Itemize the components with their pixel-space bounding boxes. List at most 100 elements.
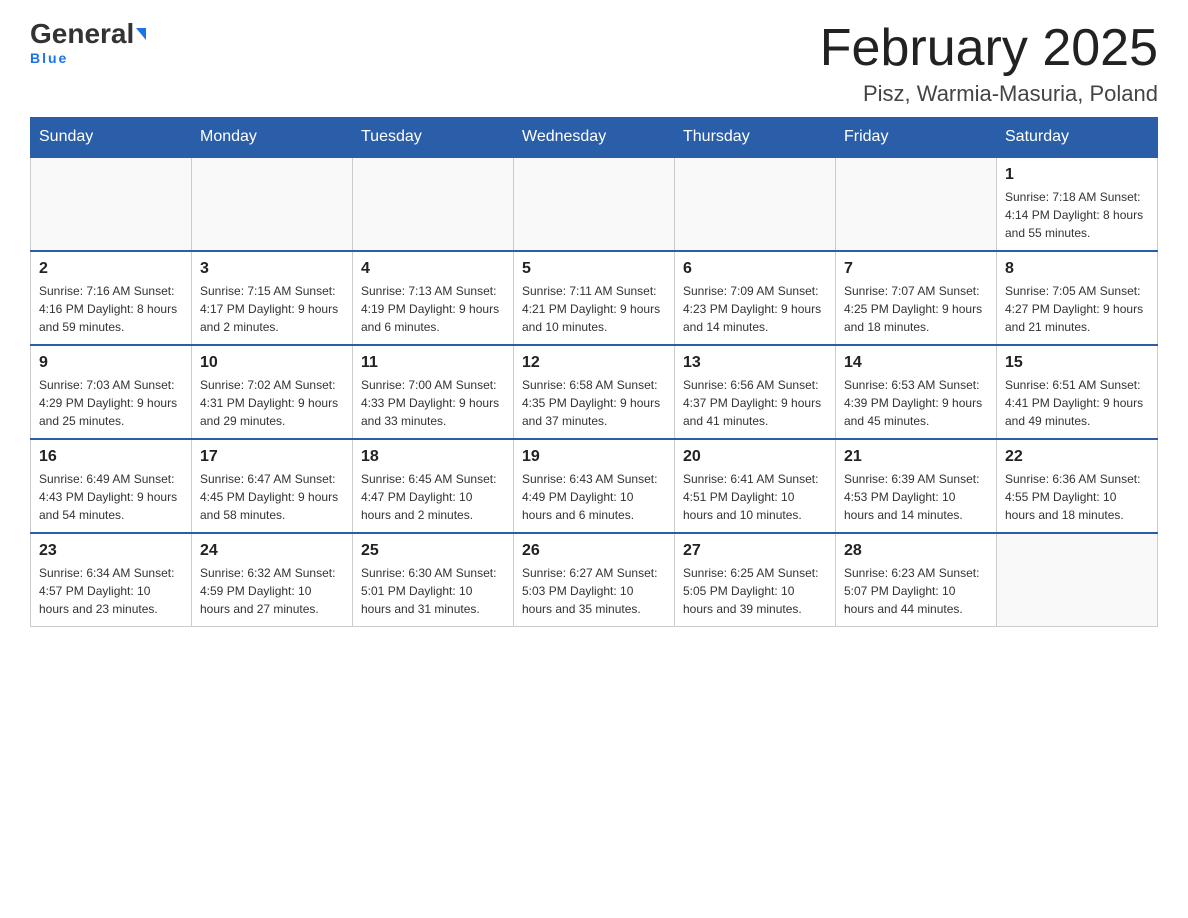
day-number: 6 xyxy=(683,260,827,278)
day-info: Sunrise: 7:07 AM Sunset: 4:25 PM Dayligh… xyxy=(844,282,988,336)
day-number: 16 xyxy=(39,448,183,466)
col-friday: Friday xyxy=(836,118,997,158)
week-row-1: 2 Sunrise: 7:16 AM Sunset: 4:16 PM Daylig… xyxy=(31,251,1158,345)
day-info: Sunrise: 7:00 AM Sunset: 4:33 PM Dayligh… xyxy=(361,376,505,430)
day-number: 25 xyxy=(361,542,505,560)
cell-week3-day6: 22 Sunrise: 6:36 AM Sunset: 4:55 PM Dayli… xyxy=(997,439,1158,533)
cell-week2-day0: 9 Sunrise: 7:03 AM Sunset: 4:29 PM Daylig… xyxy=(31,345,192,439)
cell-week4-day4: 27 Sunrise: 6:25 AM Sunset: 5:05 PM Dayli… xyxy=(675,533,836,627)
cell-week1-day2: 4 Sunrise: 7:13 AM Sunset: 4:19 PM Daylig… xyxy=(353,251,514,345)
cell-week4-day6 xyxy=(997,533,1158,627)
cell-week0-day3 xyxy=(514,157,675,251)
day-info: Sunrise: 7:15 AM Sunset: 4:17 PM Dayligh… xyxy=(200,282,344,336)
day-info: Sunrise: 6:41 AM Sunset: 4:51 PM Dayligh… xyxy=(683,470,827,524)
cell-week1-day1: 3 Sunrise: 7:15 AM Sunset: 4:17 PM Daylig… xyxy=(192,251,353,345)
cell-week1-day5: 7 Sunrise: 7:07 AM Sunset: 4:25 PM Daylig… xyxy=(836,251,997,345)
day-number: 21 xyxy=(844,448,988,466)
logo-blue: Blue xyxy=(30,50,68,66)
cell-week3-day1: 17 Sunrise: 6:47 AM Sunset: 4:45 PM Dayli… xyxy=(192,439,353,533)
day-number: 11 xyxy=(361,354,505,372)
day-number: 24 xyxy=(200,542,344,560)
cell-week2-day3: 12 Sunrise: 6:58 AM Sunset: 4:35 PM Dayli… xyxy=(514,345,675,439)
day-info: Sunrise: 6:36 AM Sunset: 4:55 PM Dayligh… xyxy=(1005,470,1149,524)
day-info: Sunrise: 6:49 AM Sunset: 4:43 PM Dayligh… xyxy=(39,470,183,524)
day-info: Sunrise: 6:43 AM Sunset: 4:49 PM Dayligh… xyxy=(522,470,666,524)
week-row-0: 1 Sunrise: 7:18 AM Sunset: 4:14 PM Daylig… xyxy=(31,157,1158,251)
page-header: General Blue February 2025 Pisz, Warmia-… xyxy=(30,20,1158,107)
day-number: 9 xyxy=(39,354,183,372)
title-section: February 2025 Pisz, Warmia-Masuria, Pola… xyxy=(820,20,1158,107)
logo-general: General xyxy=(30,20,134,48)
col-sunday: Sunday xyxy=(31,118,192,158)
day-number: 27 xyxy=(683,542,827,560)
day-info: Sunrise: 6:25 AM Sunset: 5:05 PM Dayligh… xyxy=(683,564,827,618)
day-number: 8 xyxy=(1005,260,1149,278)
week-row-3: 16 Sunrise: 6:49 AM Sunset: 4:43 PM Dayli… xyxy=(31,439,1158,533)
day-info: Sunrise: 7:18 AM Sunset: 4:14 PM Dayligh… xyxy=(1005,188,1149,242)
cell-week3-day4: 20 Sunrise: 6:41 AM Sunset: 4:51 PM Dayli… xyxy=(675,439,836,533)
logo: General Blue xyxy=(30,20,146,66)
day-number: 3 xyxy=(200,260,344,278)
day-number: 14 xyxy=(844,354,988,372)
day-info: Sunrise: 6:45 AM Sunset: 4:47 PM Dayligh… xyxy=(361,470,505,524)
cell-week4-day1: 24 Sunrise: 6:32 AM Sunset: 4:59 PM Dayli… xyxy=(192,533,353,627)
day-info: Sunrise: 7:11 AM Sunset: 4:21 PM Dayligh… xyxy=(522,282,666,336)
day-info: Sunrise: 7:09 AM Sunset: 4:23 PM Dayligh… xyxy=(683,282,827,336)
calendar-subtitle: Pisz, Warmia-Masuria, Poland xyxy=(820,81,1158,107)
col-tuesday: Tuesday xyxy=(353,118,514,158)
cell-week3-day5: 21 Sunrise: 6:39 AM Sunset: 4:53 PM Dayli… xyxy=(836,439,997,533)
day-info: Sunrise: 6:39 AM Sunset: 4:53 PM Dayligh… xyxy=(844,470,988,524)
day-info: Sunrise: 7:16 AM Sunset: 4:16 PM Dayligh… xyxy=(39,282,183,336)
cell-week1-day0: 2 Sunrise: 7:16 AM Sunset: 4:16 PM Daylig… xyxy=(31,251,192,345)
day-number: 13 xyxy=(683,354,827,372)
cell-week2-day5: 14Sunrise: 6:53 AM Sunset: 4:39 PM Dayli… xyxy=(836,345,997,439)
day-number: 15 xyxy=(1005,354,1149,372)
cell-week4-day2: 25 Sunrise: 6:30 AM Sunset: 5:01 PM Dayli… xyxy=(353,533,514,627)
day-info: Sunrise: 6:30 AM Sunset: 5:01 PM Dayligh… xyxy=(361,564,505,618)
day-info: Sunrise: 6:51 AM Sunset: 4:41 PM Dayligh… xyxy=(1005,376,1149,430)
calendar-title: February 2025 xyxy=(820,20,1158,77)
cell-week1-day3: 5Sunrise: 7:11 AM Sunset: 4:21 PM Daylig… xyxy=(514,251,675,345)
cell-week4-day5: 28Sunrise: 6:23 AM Sunset: 5:07 PM Dayli… xyxy=(836,533,997,627)
cell-week3-day0: 16 Sunrise: 6:49 AM Sunset: 4:43 PM Dayli… xyxy=(31,439,192,533)
day-info: Sunrise: 6:47 AM Sunset: 4:45 PM Dayligh… xyxy=(200,470,344,524)
col-wednesday: Wednesday xyxy=(514,118,675,158)
cell-week2-day1: 10 Sunrise: 7:02 AM Sunset: 4:31 PM Dayli… xyxy=(192,345,353,439)
cell-week2-day6: 15 Sunrise: 6:51 AM Sunset: 4:41 PM Dayli… xyxy=(997,345,1158,439)
day-info: Sunrise: 7:13 AM Sunset: 4:19 PM Dayligh… xyxy=(361,282,505,336)
day-number: 12 xyxy=(522,354,666,372)
col-saturday: Saturday xyxy=(997,118,1158,158)
day-info: Sunrise: 6:32 AM Sunset: 4:59 PM Dayligh… xyxy=(200,564,344,618)
day-number: 2 xyxy=(39,260,183,278)
cell-week2-day2: 11 Sunrise: 7:00 AM Sunset: 4:33 PM Dayli… xyxy=(353,345,514,439)
day-number: 17 xyxy=(200,448,344,466)
day-number: 22 xyxy=(1005,448,1149,466)
day-number: 7 xyxy=(844,260,988,278)
day-number: 19 xyxy=(522,448,666,466)
logo-arrow-icon xyxy=(136,28,146,40)
day-number: 26 xyxy=(522,542,666,560)
day-info: Sunrise: 6:34 AM Sunset: 4:57 PM Dayligh… xyxy=(39,564,183,618)
week-row-2: 9 Sunrise: 7:03 AM Sunset: 4:29 PM Daylig… xyxy=(31,345,1158,439)
day-info: Sunrise: 6:56 AM Sunset: 4:37 PM Dayligh… xyxy=(683,376,827,430)
calendar-header-row: Sunday Monday Tuesday Wednesday Thursday… xyxy=(31,118,1158,158)
day-info: Sunrise: 6:58 AM Sunset: 4:35 PM Dayligh… xyxy=(522,376,666,430)
day-number: 10 xyxy=(200,354,344,372)
day-number: 18 xyxy=(361,448,505,466)
day-number: 1 xyxy=(1005,166,1149,184)
cell-week0-day2 xyxy=(353,157,514,251)
day-info: Sunrise: 7:05 AM Sunset: 4:27 PM Dayligh… xyxy=(1005,282,1149,336)
day-info: Sunrise: 7:02 AM Sunset: 4:31 PM Dayligh… xyxy=(200,376,344,430)
cell-week0-day6: 1 Sunrise: 7:18 AM Sunset: 4:14 PM Daylig… xyxy=(997,157,1158,251)
cell-week0-day5 xyxy=(836,157,997,251)
day-number: 4 xyxy=(361,260,505,278)
day-info: Sunrise: 6:23 AM Sunset: 5:07 PM Dayligh… xyxy=(844,564,988,618)
cell-week3-day2: 18 Sunrise: 6:45 AM Sunset: 4:47 PM Dayli… xyxy=(353,439,514,533)
cell-week4-day3: 26Sunrise: 6:27 AM Sunset: 5:03 PM Dayli… xyxy=(514,533,675,627)
cell-week3-day3: 19 Sunrise: 6:43 AM Sunset: 4:49 PM Dayli… xyxy=(514,439,675,533)
day-number: 20 xyxy=(683,448,827,466)
cell-week1-day4: 6 Sunrise: 7:09 AM Sunset: 4:23 PM Daylig… xyxy=(675,251,836,345)
day-info: Sunrise: 7:03 AM Sunset: 4:29 PM Dayligh… xyxy=(39,376,183,430)
cell-week2-day4: 13 Sunrise: 6:56 AM Sunset: 4:37 PM Dayli… xyxy=(675,345,836,439)
week-row-4: 23Sunrise: 6:34 AM Sunset: 4:57 PM Dayli… xyxy=(31,533,1158,627)
